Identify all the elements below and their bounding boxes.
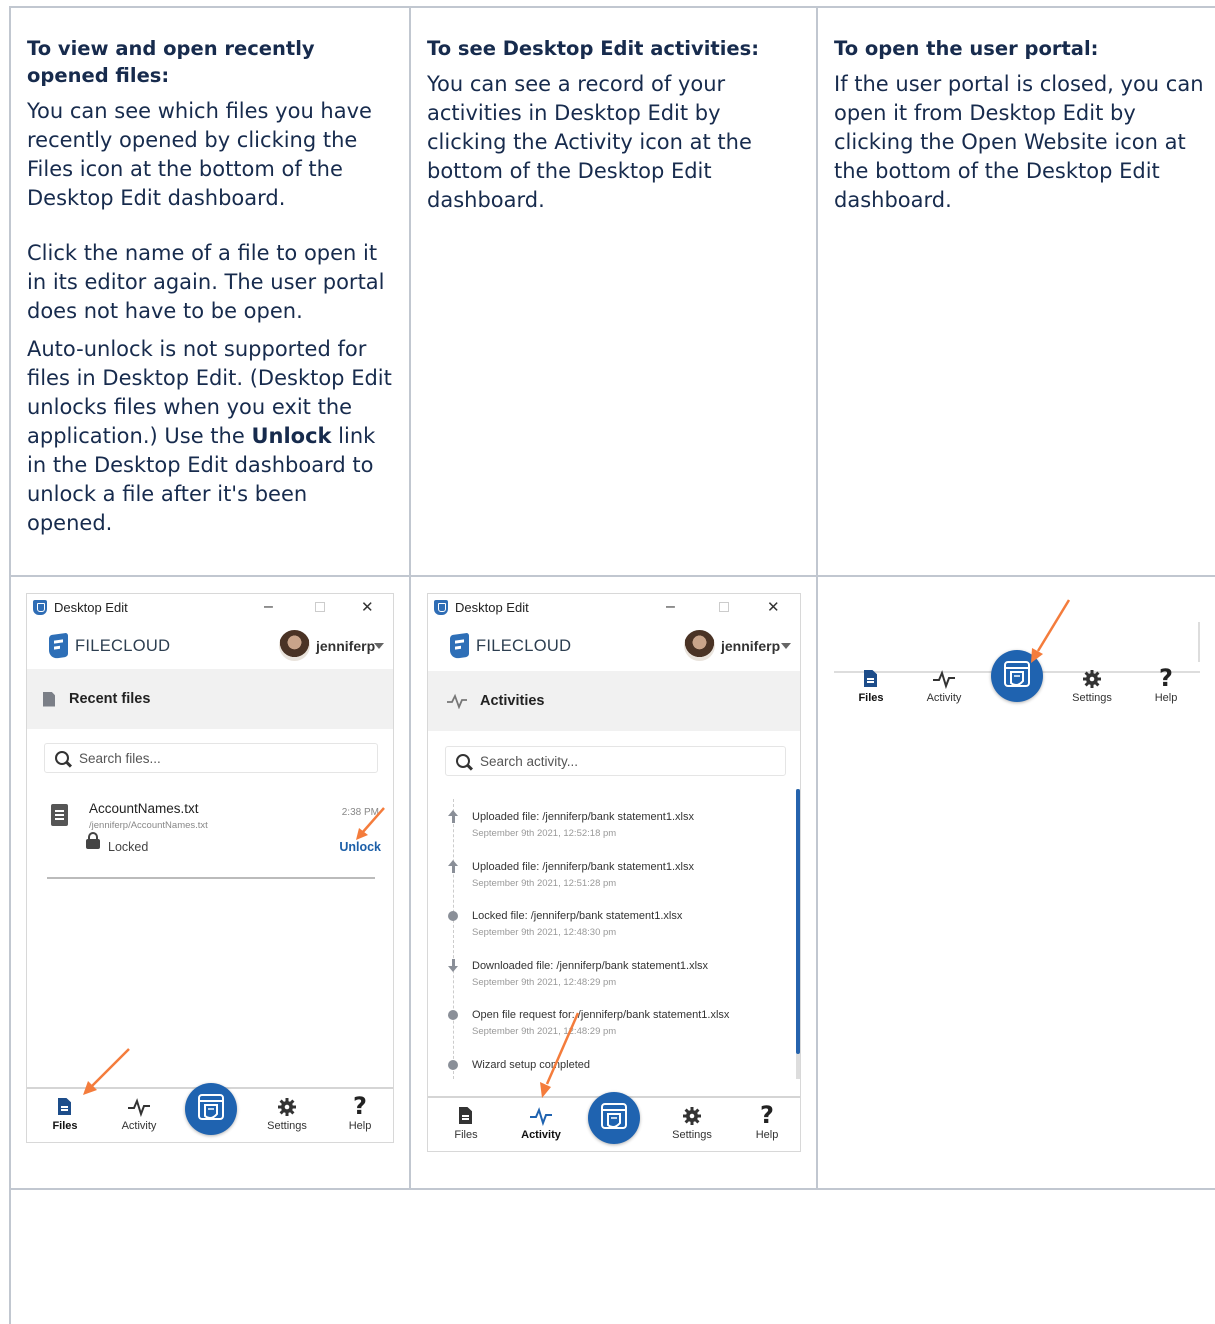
app-icon bbox=[33, 599, 47, 615]
list-item[interactable]: AccountNames.txt /jenniferp/AccountNames… bbox=[47, 799, 381, 879]
minimize-button[interactable]: – bbox=[666, 598, 675, 616]
section-heading: To open the user portal: bbox=[834, 37, 1099, 60]
filecloud-logo-icon bbox=[49, 632, 68, 660]
app-header: FILECLOUD jenniferp bbox=[428, 622, 800, 668]
gear-icon bbox=[1083, 670, 1101, 688]
file-name[interactable]: AccountNames.txt bbox=[89, 801, 199, 816]
chevron-down-icon[interactable] bbox=[781, 643, 791, 649]
arrow-to-files-icon bbox=[83, 1048, 130, 1095]
avatar[interactable] bbox=[684, 630, 715, 661]
arrow-to-unlock-icon bbox=[356, 807, 385, 840]
files-icon bbox=[58, 1098, 71, 1115]
window-title: Desktop Edit bbox=[54, 599, 128, 615]
close-button[interactable]: ✕ bbox=[361, 598, 374, 616]
dot-icon bbox=[448, 1010, 458, 1020]
open-website-icon bbox=[198, 1094, 224, 1120]
section-heading: To view and open recently opened files: bbox=[27, 37, 315, 87]
list-item: Uploaded file: /jenniferp/bank statement… bbox=[428, 809, 800, 859]
filecloud-logo-icon bbox=[450, 632, 469, 660]
text-file-icon bbox=[51, 804, 68, 826]
brand-name: FILECLOUD bbox=[476, 637, 572, 655]
brand-name: FILECLOUD bbox=[75, 637, 171, 655]
activity-icon bbox=[128, 1098, 150, 1117]
section-title: Recent files bbox=[69, 691, 151, 707]
desktop-edit-window-activities: Desktop Edit – ✕ FILECLOUD jenniferp Act… bbox=[427, 593, 801, 1152]
open-website-button[interactable] bbox=[588, 1092, 640, 1144]
activity-icon bbox=[933, 670, 955, 689]
note-paragraph: Auto-unlock is not supported for files i… bbox=[27, 337, 392, 535]
help-icon: ? bbox=[760, 1101, 774, 1129]
list-item: Uploaded file: /jenniferp/bank statement… bbox=[428, 859, 800, 909]
title-bar: Desktop Edit – ✕ bbox=[27, 594, 393, 620]
open-website-button[interactable] bbox=[185, 1083, 237, 1135]
recent-files-instructions: To view and open recently opened files: … bbox=[27, 35, 397, 547]
help-icon: ? bbox=[1159, 664, 1173, 692]
user-portal-instructions: To open the user portal: If the user por… bbox=[834, 35, 1206, 224]
section-title: Activities bbox=[480, 693, 545, 709]
file-path: /jenniferp/AccountNames.txt bbox=[89, 820, 208, 831]
download-icon bbox=[448, 959, 458, 973]
files-icon bbox=[459, 1107, 472, 1124]
activity-icon bbox=[530, 1107, 552, 1126]
list-item: Open file request for: /jenniferp/bank s… bbox=[428, 1007, 800, 1057]
open-website-icon bbox=[601, 1103, 627, 1129]
user-menu[interactable]: jenniferp bbox=[316, 638, 375, 654]
list-item: Downloaded file: /jenniferp/bank stateme… bbox=[428, 958, 800, 1008]
lock-status: Locked bbox=[108, 840, 149, 854]
maximize-button[interactable] bbox=[719, 602, 729, 612]
upload-icon bbox=[448, 860, 458, 874]
row-divider bbox=[9, 575, 1215, 577]
window-edge bbox=[1198, 622, 1200, 662]
user-menu[interactable]: jenniferp bbox=[721, 638, 780, 654]
gear-icon bbox=[683, 1107, 701, 1125]
dot-icon bbox=[448, 911, 458, 921]
row-divider bbox=[9, 1188, 1215, 1190]
desktop-edit-nav-crop: Files Activity Settings ? Help bbox=[834, 592, 1200, 742]
minimize-button[interactable]: – bbox=[264, 598, 273, 616]
help-icon: ? bbox=[353, 1092, 367, 1120]
search-input[interactable]: Search activity... bbox=[445, 746, 786, 776]
chevron-down-icon[interactable] bbox=[374, 643, 384, 649]
section-heading: To see Desktop Edit activities: bbox=[427, 37, 760, 60]
activities-instructions: To see Desktop Edit activities: You can … bbox=[427, 35, 787, 224]
gear-icon bbox=[278, 1098, 296, 1116]
close-button[interactable]: ✕ bbox=[767, 598, 780, 616]
search-icon bbox=[55, 751, 69, 765]
bottom-nav: Files Activity Settings ? Help bbox=[428, 1092, 800, 1151]
app-icon bbox=[434, 599, 448, 615]
upload-icon bbox=[448, 810, 458, 824]
search-placeholder: Search activity... bbox=[480, 753, 579, 769]
activity-icon bbox=[447, 693, 467, 709]
section-header: Recent files bbox=[27, 669, 393, 729]
search-icon bbox=[456, 754, 470, 768]
paragraph: You can see which files you have recentl… bbox=[27, 99, 372, 210]
app-header: FILECLOUD jenniferp bbox=[27, 622, 393, 668]
search-input[interactable]: Search files... bbox=[44, 743, 378, 773]
column-divider bbox=[409, 6, 411, 1190]
bottom-nav: Files Activity Settings ? Help bbox=[834, 650, 1200, 729]
dot-icon bbox=[448, 1060, 458, 1070]
maximize-button[interactable] bbox=[315, 602, 325, 612]
window-title: Desktop Edit bbox=[455, 599, 529, 615]
arrow-to-activity-icon bbox=[540, 1012, 580, 1098]
lock-icon bbox=[86, 832, 100, 849]
paragraph: Click the name of a file to open it in i… bbox=[27, 241, 385, 323]
search-placeholder: Search files... bbox=[79, 750, 161, 766]
list-item: Locked file: /jenniferp/bank statement1.… bbox=[428, 908, 800, 958]
column-divider bbox=[816, 6, 818, 1190]
paragraph: You can see a record of your activities … bbox=[427, 72, 752, 212]
title-bar: Desktop Edit – ✕ bbox=[428, 594, 800, 620]
section-header: Activities bbox=[428, 671, 800, 731]
document-icon bbox=[43, 691, 55, 707]
unlock-emphasis: Unlock bbox=[251, 424, 332, 448]
avatar[interactable] bbox=[279, 630, 310, 661]
files-icon bbox=[864, 670, 877, 687]
paragraph: If the user portal is closed, you can op… bbox=[834, 72, 1204, 212]
arrow-to-open-website-icon bbox=[1031, 599, 1071, 663]
